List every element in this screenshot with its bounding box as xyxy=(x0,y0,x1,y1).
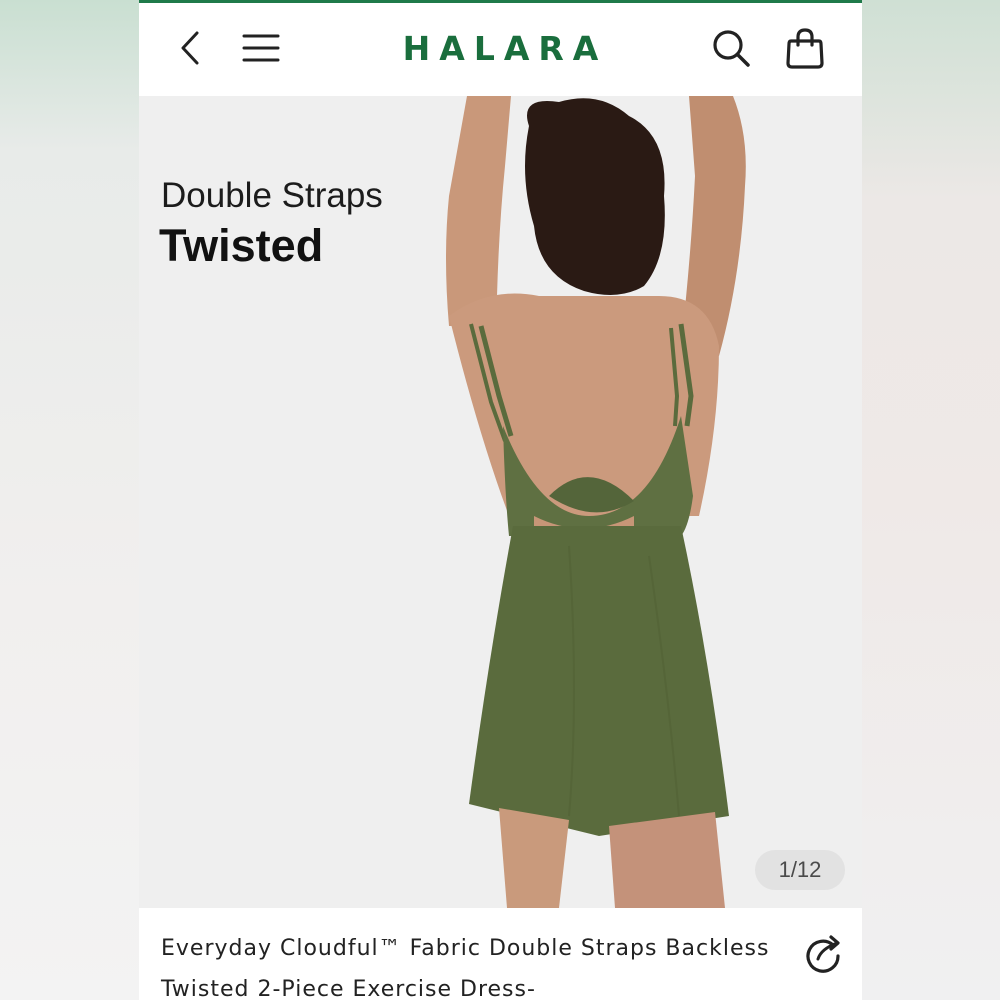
product-image-carousel[interactable]: Double Straps Twisted 1/12 xyxy=(139,96,862,908)
shopping-bag-icon xyxy=(786,28,824,69)
share-icon xyxy=(806,935,840,973)
search-icon xyxy=(713,30,750,67)
product-title: Everyday Cloudful™ Fabric Double Straps … xyxy=(161,936,770,1000)
dress-skirt xyxy=(469,526,729,836)
left-background xyxy=(0,0,139,1000)
share-button[interactable] xyxy=(801,932,845,976)
right-background xyxy=(862,0,1000,1000)
app-screen: HALARA Double Straps Twisted 1/12 Everyd… xyxy=(139,0,862,1000)
brand-logo[interactable]: HALARA xyxy=(139,29,862,68)
left-leg xyxy=(499,808,569,908)
hero-subtitle: Double Straps xyxy=(161,176,383,215)
hair xyxy=(525,98,665,295)
product-info-section: Everyday Cloudful™ Fabric Double Straps … xyxy=(139,908,862,1000)
hero-title: Twisted xyxy=(159,220,324,271)
shopping-bag-button[interactable] xyxy=(783,26,827,70)
top-navigation-bar: HALARA xyxy=(139,3,862,96)
left-arm xyxy=(446,96,511,326)
right-leg xyxy=(609,812,725,908)
product-photo xyxy=(446,96,746,908)
search-button[interactable] xyxy=(709,26,753,70)
image-counter-badge: 1/12 xyxy=(755,850,845,890)
